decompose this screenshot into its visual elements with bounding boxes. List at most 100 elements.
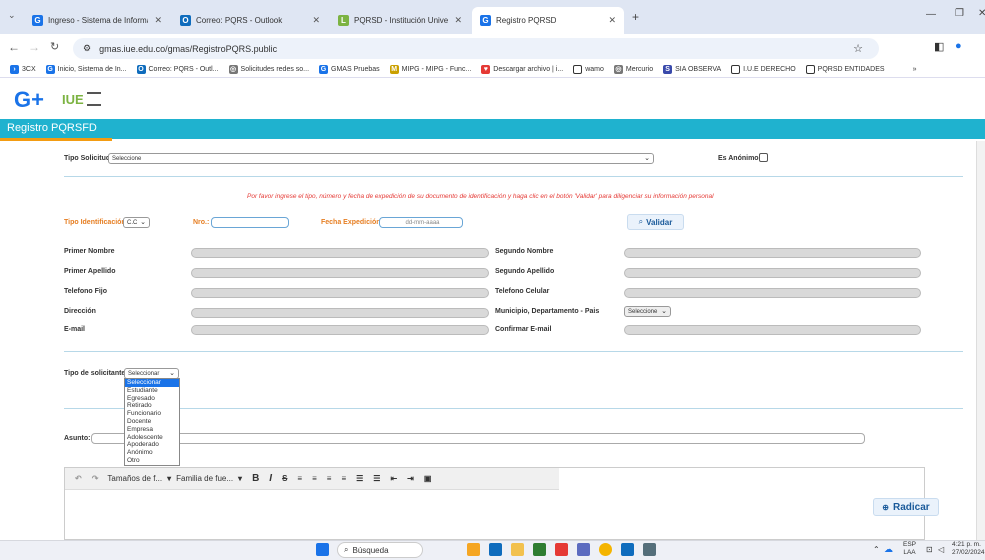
site-info-icon[interactable]: ⚙	[83, 43, 91, 54]
numbered-list-icon[interactable]: ☰	[373, 474, 380, 483]
bookmark-iue-derecho[interactable]: I.U.E DERECHO	[731, 64, 796, 74]
dropdown-option[interactable]: Otro	[125, 457, 179, 465]
tab-ingreso[interactable]: G Ingreso - Sistema de Informaci ✕	[24, 9, 170, 31]
bookmark-descargar[interactable]: ♥ Descargar archivo | i...	[481, 64, 563, 74]
tab-registro-pqrsd[interactable]: G Registro PQRSD ✕	[472, 7, 624, 34]
dropdown-option[interactable]: Anónimo	[125, 449, 179, 457]
radicar-button[interactable]: ⊕ Radicar	[873, 498, 939, 516]
direccion-field[interactable]	[191, 308, 489, 318]
teams-icon[interactable]	[577, 543, 590, 556]
reload-icon[interactable]: ↻	[50, 40, 59, 53]
volume-icon[interactable]: ◁	[938, 545, 944, 554]
dropdown-option[interactable]: Empresa	[125, 426, 179, 434]
tab-search-icon[interactable]: ⌄	[8, 10, 16, 21]
windows-start-icon[interactable]	[316, 543, 329, 556]
page-scrollbar[interactable]	[976, 141, 985, 540]
tipo-solicitud-select[interactable]: Seleccione ⌄	[108, 153, 654, 164]
close-icon[interactable]: ✕	[154, 15, 162, 26]
outdent-icon[interactable]: ⇤	[390, 474, 397, 483]
segundo-apellido-field[interactable]	[624, 268, 921, 278]
app-icon[interactable]	[533, 543, 546, 556]
municipio-select[interactable]: Seleccione ⌄	[624, 306, 671, 317]
email-field[interactable]	[191, 325, 489, 335]
address-bar[interactable]: ⚙ gmas.iue.edu.co/gmas/RegistroPQRS.publ…	[73, 38, 879, 59]
dropdown-option[interactable]: Adolescente	[125, 434, 179, 442]
segundo-nombre-field[interactable]	[624, 248, 921, 258]
align-right-icon[interactable]: ≡	[327, 474, 332, 483]
chrome-icon[interactable]	[599, 543, 612, 556]
dropdown-option[interactable]: Apoderado	[125, 441, 179, 449]
tab-pqrsd-iue[interactable]: L PQRSD - Institución Universitar ✕	[330, 9, 470, 31]
taskbar-search[interactable]: ⌕ Búsqueda	[337, 542, 423, 558]
dropdown-option[interactable]: Egresado	[125, 395, 179, 403]
bookmark-3cx[interactable]: › 3CX	[10, 64, 36, 74]
outlook-icon[interactable]	[489, 543, 502, 556]
align-center-icon[interactable]: ≡	[312, 474, 317, 483]
file-explorer-icon[interactable]	[511, 543, 524, 556]
justify-icon[interactable]: ≡	[341, 474, 346, 483]
indent-icon[interactable]: ⇥	[407, 474, 414, 483]
dropdown-option[interactable]: Funcionario	[125, 410, 179, 418]
redo-icon[interactable]: ↷	[92, 474, 99, 483]
close-icon[interactable]: ✕	[454, 15, 462, 26]
profile-icon[interactable]: ●	[955, 40, 962, 52]
bookmark-correo[interactable]: O Correo: PQRS - Outl...	[136, 64, 219, 74]
tab-outlook[interactable]: O Correo: PQRS - Outlook ✕	[172, 9, 328, 31]
outlook-icon[interactable]	[621, 543, 634, 556]
bookmark-mipg[interactable]: M MIPG - MIPG - Func...	[389, 64, 471, 74]
wifi-icon[interactable]: ⊡	[926, 545, 933, 554]
bookmarks-more[interactable]: »	[913, 66, 917, 73]
font-size-select[interactable]: Tamaños de f...	[107, 474, 162, 483]
undo-icon[interactable]: ↶	[75, 474, 82, 483]
strikethrough-icon[interactable]: S	[282, 474, 287, 483]
primer-nombre-field[interactable]	[191, 248, 489, 258]
nro-documento-input[interactable]	[211, 217, 289, 228]
clock[interactable]: 4:21 p. m. 27/02/2024	[952, 541, 985, 557]
dropdown-option[interactable]: Estudiante	[125, 387, 179, 395]
asunto-input[interactable]	[91, 433, 865, 444]
primer-apellido-field[interactable]	[191, 268, 489, 278]
bookmark-gmas-pruebas[interactable]: G GMAS Pruebas	[319, 64, 380, 74]
close-icon[interactable]: ✕	[312, 15, 320, 26]
app-icon[interactable]	[643, 543, 656, 556]
italic-icon[interactable]: I	[269, 473, 272, 484]
telefono-fijo-field[interactable]	[191, 288, 489, 298]
bookmark-solicitudes[interactable]: ◎ Solicitudes redes so...	[228, 64, 309, 74]
bookmark-sia-observa[interactable]: S SIA OBSERVA	[663, 64, 721, 74]
widgets-icon[interactable]	[467, 543, 480, 556]
align-left-icon[interactable]: ≡	[297, 474, 302, 483]
restore-icon[interactable]: ❐	[955, 8, 964, 19]
font-family-select[interactable]: Familia de fue...	[176, 474, 233, 483]
bookmark-inicio[interactable]: G Inicio, Sistema de In...	[45, 64, 127, 74]
dropdown-option[interactable]: Seleccionar	[125, 379, 179, 387]
bookmark-wamo[interactable]: wamo	[573, 64, 604, 74]
new-tab-button[interactable]: +	[632, 10, 639, 24]
weather-icon[interactable]: ☁	[884, 544, 893, 555]
minimize-icon[interactable]: —	[926, 9, 936, 20]
bullet-list-icon[interactable]: ☰	[356, 474, 363, 483]
bookmark-mercurio[interactable]: ◎ Mercurio	[613, 64, 654, 74]
anonimo-checkbox[interactable]	[759, 153, 768, 162]
telefono-celular-field[interactable]	[624, 288, 921, 298]
dropdown-option[interactable]: Retirado	[125, 402, 179, 410]
validar-button[interactable]: ⌕ Validar	[627, 214, 684, 230]
fecha-expedicion-input[interactable]: dd-mm-aaaa	[379, 217, 463, 228]
back-icon[interactable]: ←	[8, 40, 20, 54]
bookmark-label: Mercurio	[625, 65, 654, 73]
instruction-text: Por favor ingrese el tipo, número y fech…	[247, 193, 714, 200]
forward-icon[interactable]: →	[28, 40, 40, 54]
image-icon[interactable]: ▣	[424, 474, 432, 483]
language-indicator[interactable]: ESP LAA	[903, 541, 916, 557]
bold-icon[interactable]: B	[252, 473, 259, 484]
tray-chevron-icon[interactable]: ⌃	[873, 545, 880, 554]
tab-title: PQRSD - Institución Universitar	[354, 15, 449, 25]
sidebar-icon[interactable]: ◧	[934, 40, 944, 53]
star-icon[interactable]: ☆	[853, 42, 863, 55]
tipo-identificacion-select[interactable]: C.C ⌄	[123, 217, 150, 228]
confirmar-email-field[interactable]	[624, 325, 921, 335]
close-icon[interactable]: ✕	[608, 15, 616, 26]
app-icon[interactable]	[555, 543, 568, 556]
dropdown-option[interactable]: Docente	[125, 418, 179, 426]
bookmark-pqrsd-entidades[interactable]: PQRSD ENTIDADES	[805, 64, 885, 74]
close-window-icon[interactable]: ✕	[978, 8, 985, 19]
